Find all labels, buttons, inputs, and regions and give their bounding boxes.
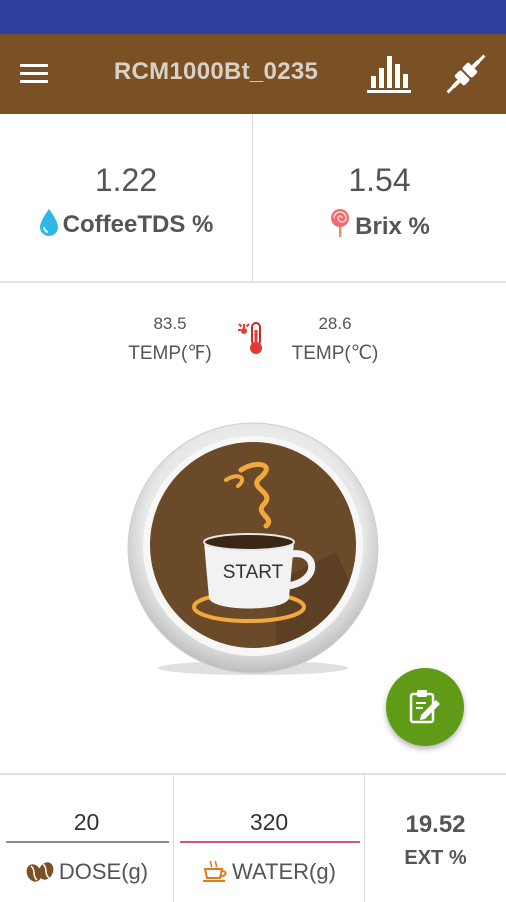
- plug-icon[interactable]: [440, 48, 492, 100]
- dose-cell: 20 DOSE(g): [0, 775, 174, 902]
- coffee-tds-label: CoffeeTDS %: [62, 211, 214, 238]
- temp-celsius-label: TEMP(℃): [291, 343, 379, 364]
- device-title: RCM1000Bt_0235: [113, 58, 319, 85]
- start-button[interactable]: START: [126, 422, 380, 678]
- brix-label-row: Brix %: [253, 208, 506, 241]
- menu-icon[interactable]: [20, 64, 48, 84]
- coffee-tds-value: 1.22: [94, 162, 158, 198]
- water-label: WATER(g): [232, 859, 336, 884]
- coffee-tds-label-row: CoffeeTDS %: [0, 208, 252, 239]
- thermometer-icon: [238, 322, 262, 354]
- bottom-panel: 20 DOSE(g) 320 WATER(g) 19.52 EXT %: [0, 773, 506, 902]
- coffee-cup-icon: [203, 860, 227, 882]
- brix-label: Brix %: [355, 213, 430, 240]
- extraction-label: EXT %: [404, 847, 467, 869]
- bar-chart-icon[interactable]: [365, 50, 413, 96]
- clipboard-edit-icon: [409, 690, 440, 724]
- clipboard-edit-button[interactable]: [386, 668, 464, 746]
- temp-celsius-value: 28.6: [318, 314, 352, 333]
- coffee-beans-icon: [26, 862, 54, 882]
- coffee-cup-start-icon: [127, 422, 379, 675]
- section-divider: [0, 281, 506, 283]
- status-bar: [0, 0, 506, 34]
- water-label-row: WATER(g): [174, 859, 364, 885]
- temp-fahrenheit-label: TEMP(℉): [128, 343, 212, 364]
- water-underline: [180, 841, 360, 843]
- coffee-tds-card: 1.22 CoffeeTDS %: [0, 114, 253, 281]
- extraction-cell: 19.52 EXT %: [365, 775, 506, 902]
- brix-value: 1.54: [348, 162, 411, 198]
- water-drop-icon: [39, 209, 58, 236]
- dose-label: DOSE(g): [58, 859, 149, 884]
- temp-fahrenheit-value: 83.5: [153, 314, 187, 333]
- water-input[interactable]: 320: [174, 809, 364, 836]
- dose-label-row: DOSE(g): [0, 859, 173, 885]
- dose-underline: [6, 841, 169, 843]
- dose-input[interactable]: 20: [0, 809, 173, 836]
- extraction-value: 19.52: [405, 811, 466, 838]
- water-cell: 320 WATER(g): [174, 775, 365, 902]
- brix-card: 1.54 Brix %: [253, 114, 506, 281]
- lollipop-icon: [331, 209, 350, 237]
